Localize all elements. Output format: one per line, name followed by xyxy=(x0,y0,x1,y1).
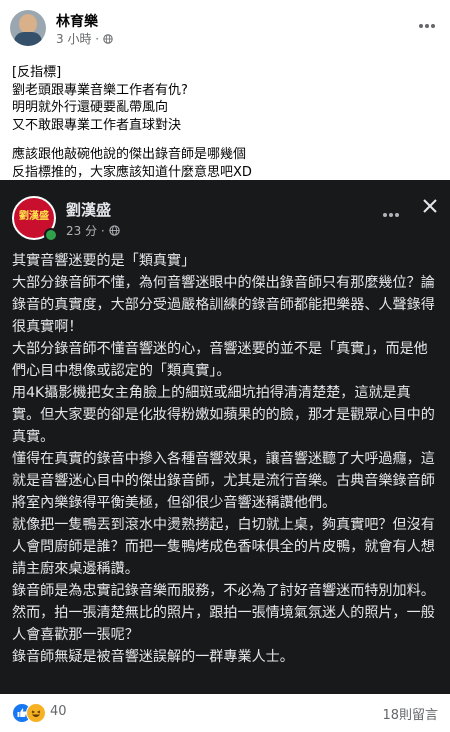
outer-line: [反指標] xyxy=(12,65,62,80)
close-icon xyxy=(423,199,437,213)
globe-icon xyxy=(108,225,120,236)
outer-post-header: 林育樂 3 小時 · xyxy=(0,0,450,60)
shared-paragraph: 就像把一隻鴨丟到滾水中燙熟撈起，白切就上桌，夠真實吧？但沒有人會問廚師是誰？而把… xyxy=(12,517,435,577)
outer-author-avatar[interactable] xyxy=(10,10,46,46)
outer-line: 應該跟他敲碗他說的傑出錄音師是哪幾個 xyxy=(12,147,247,162)
outer-post-time-text[interactable]: 3 小時 xyxy=(56,32,91,46)
shared-post-card: 劉漢盛 劉漢盛 23 分 · 其實音響迷要的是「類真實」 大部分錄音師不懂，為何… xyxy=(0,180,450,694)
avatar-logo-text: 劉漢盛 xyxy=(19,211,49,222)
avatar-face xyxy=(19,14,37,34)
more-dots-icon xyxy=(383,213,399,217)
shared-paragraph: 其實音響迷要的是「類真實」 xyxy=(12,253,196,269)
shared-author-name[interactable]: 劉漢盛 xyxy=(66,199,111,220)
shared-paragraph: 錄音師是為忠實記錄音樂而服務，不必為了討好音響迷而特別加料。然而，拍一張清楚無比… xyxy=(12,583,435,643)
shared-more-button[interactable] xyxy=(382,202,400,223)
shared-post-text: 其實音響迷要的是「類真實」 大部分錄音師不懂，為何音響迷眼中的傑出錄音師只有那麼… xyxy=(12,250,438,668)
shared-paragraph: 用4K攝影機把女主角臉上的細斑或細坑拍得清清楚楚，這就是真實。但大家要的卻是化妝… xyxy=(12,385,435,445)
outer-post-text: [反指標] 劉老頭跟專業音樂工作者有仇? 明明就外行還硬要亂帶風向 又不敢跟專業… xyxy=(12,64,442,181)
shared-paragraph: 大部分錄音師不懂音響迷的心，音響迷要的並不是「真實」，而是他們心目中想像或認定的… xyxy=(12,341,428,379)
outer-post-time[interactable]: 3 小時 · xyxy=(56,30,113,47)
more-dots-icon xyxy=(419,24,435,28)
outer-line: 明明就外行還硬要亂帶風向 xyxy=(12,100,169,115)
globe-icon xyxy=(103,34,113,44)
shared-post-time-text[interactable]: 23 分 xyxy=(66,224,97,238)
outer-line: 劉老頭跟專業音樂工作者有仇? xyxy=(12,82,188,98)
post-footer: 40 18則留言 xyxy=(0,694,450,732)
outer-line-gap xyxy=(12,134,442,146)
shared-paragraph: 懂得在真實的錄音中摻入各種音響效果，讓音響迷聽了大呼過癮，這就是音響迷心目中的傑… xyxy=(12,451,435,511)
reactions-summary[interactable] xyxy=(12,703,46,723)
laughing-face-icon xyxy=(31,710,41,717)
comment-count-link[interactable]: 18則留言 xyxy=(382,704,438,723)
outer-line: 又不敢跟專業工作者直球對決 xyxy=(12,117,182,133)
haha-icon xyxy=(26,703,46,723)
outer-more-button[interactable] xyxy=(418,14,436,33)
outer-author-name[interactable]: 林育樂 xyxy=(56,11,98,31)
online-status-dot xyxy=(44,228,58,242)
shared-paragraph: 錄音師無疑是被音響迷誤解的一群專業人士。 xyxy=(12,649,294,665)
outer-line: 反指標推的，大家應該知道什麼意思吧XD xyxy=(12,164,252,180)
shared-paragraph: 大部分錄音師不懂，為何音響迷眼中的傑出錄音師只有那麼幾位？論錄音的真實度，大部分… xyxy=(12,275,435,335)
avatar-body xyxy=(14,32,42,46)
shared-post-time[interactable]: 23 分 · xyxy=(66,222,120,239)
close-button[interactable] xyxy=(422,198,438,218)
reaction-count[interactable]: 40 xyxy=(50,704,67,719)
